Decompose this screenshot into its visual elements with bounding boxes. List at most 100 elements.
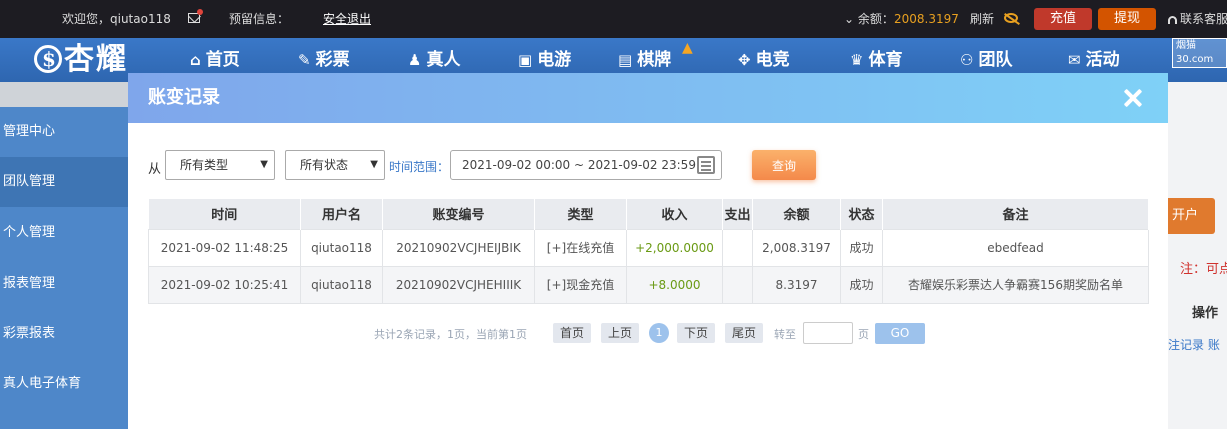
- background-page: [1168, 82, 1227, 429]
- sidebar-top-band: [0, 82, 128, 107]
- cell-balance: 8.3197: [752, 265, 841, 304]
- welcome-text: 欢迎您，qiutao118: [62, 12, 171, 26]
- cell-type: [+]在线充值: [534, 228, 627, 267]
- table-header-row: 时间 用户名 账变编号 类型 收入 支出 余额 状态 备注: [148, 199, 1149, 229]
- site-logo[interactable]: 杏耀: [34, 40, 128, 79]
- last-page-button[interactable]: 尾页: [725, 323, 764, 343]
- nav-team-label: 团队: [978, 50, 1013, 70]
- type-select-value: 所有类型: [180, 158, 229, 172]
- status-select[interactable]: 所有状态 ▼: [285, 150, 385, 180]
- cell-type: [+]现金充值: [534, 265, 627, 304]
- reserve-info-label: 预留信息：: [229, 12, 290, 26]
- close-icon[interactable]: [1120, 85, 1146, 111]
- customer-service-link[interactable]: 联系客服: [1168, 0, 1227, 38]
- sidebar-item-team-management[interactable]: 团队管理: [0, 157, 128, 207]
- watermark-badge: 烟猫30.com: [1172, 38, 1227, 68]
- hide-balance-icon[interactable]: [1004, 13, 1018, 23]
- first-page-button[interactable]: 首页: [553, 323, 592, 343]
- cell-income: +2,000.0000: [626, 228, 723, 267]
- transaction-record-modal: 账变记录 从 所有类型 ▼ 所有状态 ▼ 时间范围： 2021-09-02 00…: [128, 73, 1168, 429]
- go-button[interactable]: GO: [875, 323, 925, 344]
- background-op-header: 操作: [1192, 306, 1219, 321]
- time-range-value: 2021-09-02 00:00 ~ 2021-09-02 23:59: [462, 158, 696, 172]
- notification-dot: [197, 9, 203, 15]
- cell-expense: [722, 265, 753, 304]
- hot-flame-icon: ▲: [682, 40, 693, 56]
- logo-coin-icon: [34, 40, 62, 78]
- col-status: 状态: [840, 199, 883, 229]
- cell-income: +8.0000: [626, 265, 723, 304]
- nav-slots-label: 电游: [537, 50, 572, 70]
- sidebar-item-lottery-report[interactable]: 彩票报表: [0, 309, 128, 359]
- customer-service-label: 联系客服: [1180, 12, 1227, 26]
- nav-lottery-label: 彩票: [315, 50, 350, 70]
- col-expense: 支出: [722, 199, 753, 229]
- cell-expense: [722, 228, 753, 267]
- col-type: 类型: [534, 199, 627, 229]
- prev-page-button[interactable]: 上页: [601, 323, 640, 343]
- nav-esports-label: 电竞: [755, 50, 790, 70]
- refresh-link[interactable]: 刷新: [970, 0, 994, 38]
- sidebar-item-management-center[interactable]: 管理中心: [0, 107, 128, 157]
- background-note: 注：可点: [1180, 262, 1227, 277]
- mail-icon[interactable]: [188, 9, 203, 23]
- cell-time: 2021-09-02 11:48:25: [148, 228, 301, 267]
- next-page-button[interactable]: 下页: [677, 323, 716, 343]
- sidebar-item-live-electronic-sports[interactable]: 真人电子体育: [0, 359, 128, 409]
- transaction-table: 时间 用户名 账变编号 类型 收入 支出 余额 状态 备注 2021-09-02…: [148, 199, 1149, 304]
- background-row-links[interactable]: 注记录 账: [1168, 336, 1220, 353]
- cell-username: qiutao118: [300, 265, 383, 304]
- modal-title: 账变记录: [148, 87, 220, 108]
- current-page-indicator[interactable]: 1: [649, 323, 669, 343]
- nav-home-label: 首页: [205, 50, 240, 70]
- nav-chess-cards-label: 棋牌: [637, 50, 672, 70]
- cell-balance: 2,008.3197: [752, 228, 841, 267]
- col-transaction-id: 账变编号: [382, 199, 535, 229]
- cell-status: 成功: [840, 228, 883, 267]
- query-button[interactable]: 查询: [752, 150, 816, 180]
- sidebar: 管理中心 团队管理 个人管理 报表管理 彩票报表 真人电子体育: [0, 107, 128, 429]
- page-unit-label: 页: [858, 328, 869, 341]
- nav-events-label: 活动: [1085, 50, 1120, 70]
- cell-remark: ebedfead: [882, 228, 1149, 267]
- col-time: 时间: [148, 199, 301, 229]
- time-range-label: 时间范围：: [389, 160, 450, 174]
- modal-header: 账变记录: [128, 73, 1168, 123]
- nav-live-label: 真人: [426, 50, 461, 70]
- goto-label: 转至: [774, 328, 796, 341]
- balance-value: 2008.3197: [894, 12, 959, 26]
- pagination-summary: 共计2条记录，1页，当前第1页: [374, 328, 527, 341]
- logo-text: 杏耀: [64, 42, 128, 77]
- cell-remark: 杏耀娱乐彩票达人争霸赛156期奖励名单: [882, 265, 1149, 304]
- top-bar: 欢迎您，qiutao118 预留信息： 安全退出 ⌄ 余额： 2008.3197…: [0, 0, 1227, 38]
- open-account-button[interactable]: 开户: [1168, 198, 1215, 234]
- cell-time: 2021-09-02 10:25:41: [148, 265, 301, 304]
- nav-sports-label: 体育: [868, 50, 903, 70]
- balance-label[interactable]: ⌄ 余额：: [844, 0, 894, 38]
- logout-link[interactable]: 安全退出: [323, 0, 371, 38]
- col-remark: 备注: [882, 199, 1149, 229]
- pagination: 共计2条记录，1页，当前第1页 首页 上页 1 下页 尾页 转至 页 GO: [128, 322, 1168, 345]
- cell-transaction-id: 20210902VCJHEHIIIK: [382, 265, 535, 304]
- col-username: 用户名: [300, 199, 383, 229]
- sidebar-item-report-management[interactable]: 报表管理: [0, 259, 128, 309]
- sidebar-item-personal-management[interactable]: 个人管理: [0, 208, 128, 258]
- cell-transaction-id: 20210902VCJHEIJBIK: [382, 228, 535, 267]
- status-select-value: 所有状态: [300, 158, 349, 172]
- calendar-icon[interactable]: [697, 156, 715, 174]
- col-income: 收入: [626, 199, 723, 229]
- col-balance: 余额: [752, 199, 841, 229]
- goto-page-input[interactable]: [803, 322, 853, 344]
- type-select[interactable]: 所有类型 ▼: [165, 150, 275, 180]
- caret-down-icon: ▼: [370, 159, 378, 170]
- recharge-button[interactable]: 充值: [1034, 8, 1092, 30]
- from-label: 从: [148, 162, 162, 177]
- table-row: 2021-09-02 11:48:25 qiutao118 20210902VC…: [148, 228, 1149, 267]
- cell-status: 成功: [840, 265, 883, 304]
- cell-username: qiutao118: [300, 228, 383, 267]
- table-row: 2021-09-02 10:25:41 qiutao118 20210902VC…: [148, 265, 1149, 304]
- time-range-input[interactable]: 2021-09-02 00:00 ~ 2021-09-02 23:59: [450, 150, 722, 180]
- withdraw-button[interactable]: 提现: [1098, 8, 1156, 30]
- caret-down-icon: ▼: [260, 159, 268, 170]
- headset-icon: [1168, 15, 1177, 24]
